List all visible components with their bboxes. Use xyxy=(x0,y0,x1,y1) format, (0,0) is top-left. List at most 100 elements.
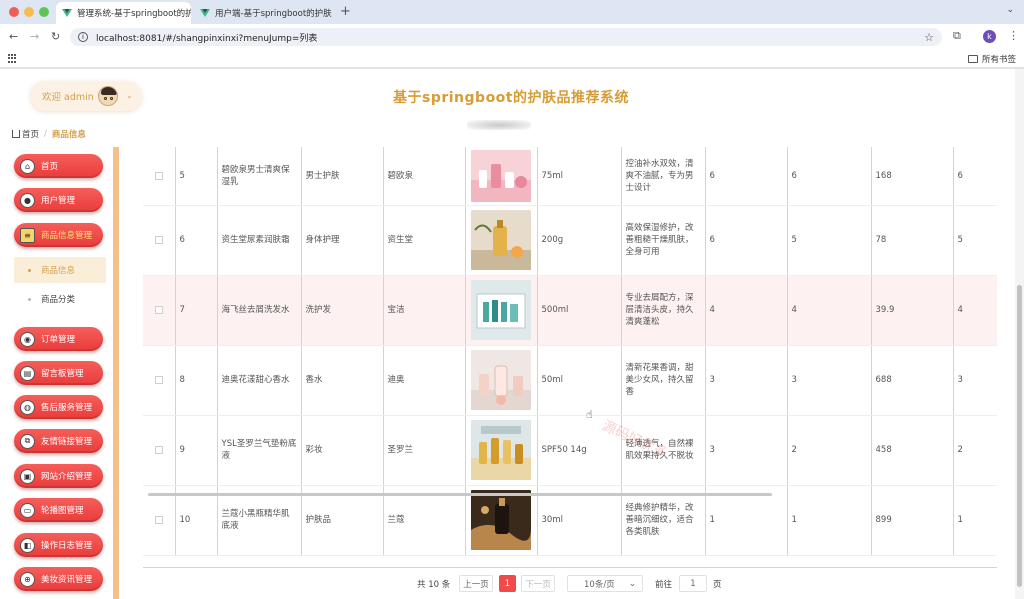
sidebar-item-after-sales[interactable]: ◍ 售后服务管理 xyxy=(14,395,103,419)
submenu-item-goods-info[interactable]: 商品信息 xyxy=(14,257,106,283)
row-checkbox[interactable] xyxy=(154,446,163,454)
sidebar-item-label: 用户管理 xyxy=(41,196,76,206)
message-icon: ▤ xyxy=(20,365,35,381)
cell-price: 899 xyxy=(871,485,954,556)
service-icon: ◍ xyxy=(20,399,35,415)
pointer-cursor-icon: ☝ xyxy=(586,408,593,421)
horizontal-scrollbar[interactable] xyxy=(148,493,772,496)
cell-image xyxy=(465,275,538,346)
close-icon[interactable]: ✕ xyxy=(332,8,334,18)
row-checkbox[interactable] xyxy=(154,171,163,180)
cell-name: 碧欧泉男士清爽保湿乳 xyxy=(217,147,302,206)
cell-col1: 6 xyxy=(705,147,788,206)
product-image[interactable] xyxy=(471,280,531,340)
cell-image xyxy=(465,415,538,486)
all-bookmarks-button[interactable]: 所有书签 xyxy=(967,53,1016,65)
cell-col2: 6 xyxy=(787,147,872,206)
goto-page-input[interactable]: 1 xyxy=(679,575,707,592)
breadcrumb-home[interactable]: 首页 xyxy=(22,128,39,140)
product-image[interactable] xyxy=(471,350,531,410)
cell-col3: 6 xyxy=(953,147,997,206)
goto-label: 前往 xyxy=(655,580,673,590)
sidebar-item-label: 网站介绍管理 xyxy=(41,472,93,482)
sidebar-item-links[interactable]: ⧉ 友情链接管理 xyxy=(14,429,103,453)
sidebar-item-carousel[interactable]: ▭ 轮播图管理 xyxy=(14,498,103,522)
product-image[interactable] xyxy=(471,490,531,550)
bookmark-star-icon[interactable]: ☆ xyxy=(924,31,934,44)
sidebar: ⌂ 首页 ● 用户管理 ≡ 商品信息管理 商品信息 商品分类 ◉ 订单管理 ▤ … xyxy=(0,147,119,599)
browser-tab-admin[interactable]: 管理系统-基于springboot的护肤 ✕ xyxy=(56,2,191,24)
prev-page-button[interactable]: 上一页 xyxy=(459,575,493,592)
chevron-down-icon[interactable]: ⌄ xyxy=(1006,5,1014,15)
cell-id: 8 xyxy=(175,345,218,416)
cell-col2: 1 xyxy=(787,485,872,556)
new-tab-button[interactable]: + xyxy=(340,4,351,19)
sidebar-item-orders[interactable]: ◉ 订单管理 xyxy=(14,327,103,351)
submenu-label: 商品信息 xyxy=(41,266,76,276)
reload-icon[interactable]: ↻ xyxy=(51,30,60,43)
submenu-item-goods-category[interactable]: 商品分类 xyxy=(14,286,106,312)
cell-id: 9 xyxy=(175,415,218,486)
row-checkbox[interactable] xyxy=(154,516,163,524)
cell-price: 78 xyxy=(871,205,954,276)
cell-name: 资生堂尿素润肤霜 xyxy=(217,205,302,276)
home-icon xyxy=(12,130,20,138)
vertical-scrollbar-thumb[interactable] xyxy=(1017,285,1022,587)
cell-price: 458 xyxy=(871,415,954,486)
cell-category: 彩妆 xyxy=(301,415,384,486)
row-checkbox[interactable] xyxy=(154,376,163,384)
extensions-icon[interactable]: ⧉ xyxy=(953,29,961,43)
next-page-button[interactable]: 下一页 xyxy=(521,575,555,592)
news-icon: ⊕ xyxy=(20,571,35,587)
vue-icon xyxy=(200,9,210,17)
url-input[interactable]: i localhost:8081/#/shangpinxinxi?menuJum… xyxy=(70,28,942,46)
apps-grid-icon[interactable] xyxy=(8,54,17,63)
minimize-window-button[interactable] xyxy=(24,7,34,17)
table-row[interactable]: 5 碧欧泉男士清爽保湿乳 男士护肤 碧欧泉 75ml 控油补水双效，清爽不油腻，… xyxy=(143,147,997,206)
page-1-button[interactable]: 1 xyxy=(499,575,516,592)
cell-desc: 清新花果香调，甜美少女风，持久留香 xyxy=(621,345,706,416)
profile-avatar[interactable]: k xyxy=(983,30,996,43)
table-row[interactable]: 7 海飞丝去屑洗发水 洗护发 宝洁 500ml 专业去屑配方，深层清洁头皮，持久… xyxy=(143,275,997,346)
maximize-window-button[interactable] xyxy=(39,7,49,17)
more-menu-icon[interactable]: ⋮ xyxy=(1008,29,1019,42)
table-row[interactable]: 8 迪奥花漾甜心香水 香水 迪奥 50ml 清新花果香调，甜美少女风，持久留香 … xyxy=(143,345,997,416)
forward-icon[interactable]: → xyxy=(30,30,39,43)
product-image[interactable] xyxy=(471,420,531,480)
cell-col2: 3 xyxy=(787,345,872,416)
log-icon: ◧ xyxy=(20,537,35,553)
sidebar-item-goods[interactable]: ≡ 商品信息管理 xyxy=(14,223,103,247)
row-checkbox[interactable] xyxy=(154,236,163,244)
sidebar-item-news[interactable]: ⊕ 美妆资讯管理 xyxy=(14,567,103,591)
cell-category: 男士护肤 xyxy=(301,147,384,206)
sidebar-item-messages[interactable]: ▤ 留言板管理 xyxy=(14,361,103,385)
back-icon[interactable]: ← xyxy=(9,30,18,43)
row-checkbox[interactable] xyxy=(154,306,163,314)
close-window-button[interactable] xyxy=(9,7,19,17)
sidebar-item-site-intro[interactable]: ▣ 网站介绍管理 xyxy=(14,464,103,488)
product-image[interactable] xyxy=(471,210,531,270)
goods-table: 5 碧欧泉男士清爽保湿乳 男士护肤 碧欧泉 75ml 控油补水双效，清爽不油腻，… xyxy=(143,147,997,567)
site-info-icon[interactable]: i xyxy=(78,32,88,42)
product-image[interactable] xyxy=(471,149,531,202)
browser-tab-bar: 管理系统-基于springboot的护肤 ✕ 用户端-基于springboot的… xyxy=(0,0,1024,24)
table-row[interactable]: 9 YSL圣罗兰气垫粉底液 彩妆 圣罗兰 SPF50 14g 轻薄透气，自然裸肌… xyxy=(143,415,997,486)
cell-col3: 4 xyxy=(953,275,997,346)
sidebar-item-home[interactable]: ⌂ 首页 xyxy=(14,154,103,178)
cell-col1: 4 xyxy=(705,275,788,346)
browser-tab-user[interactable]: 用户端-基于springboot的护肤 ✕ xyxy=(194,2,334,24)
sidebar-item-label: 售后服务管理 xyxy=(41,403,93,413)
sidebar-item-users[interactable]: ● 用户管理 xyxy=(14,188,103,212)
page-title: 基于springboot的护肤品推荐系统 xyxy=(393,90,629,106)
cell-col1: 6 xyxy=(705,205,788,276)
table-row[interactable]: 6 资生堂尿素润肤霜 身体护理 资生堂 200g 高效保湿修护，改善粗糙干燥肌肤… xyxy=(143,205,997,276)
home-icon: ⌂ xyxy=(20,158,35,174)
user-dropdown[interactable]: 欢迎 admin ⌄ xyxy=(30,81,142,111)
page-size-select[interactable]: 10条/页 ⌄ xyxy=(567,575,643,592)
cell-col3: 3 xyxy=(953,345,997,416)
sidebar-item-label: 轮播图管理 xyxy=(41,506,84,516)
sidebar-item-label: 订单管理 xyxy=(41,335,76,345)
order-icon: ◉ xyxy=(20,331,35,347)
sidebar-item-logs[interactable]: ◧ 操作日志管理 xyxy=(14,533,103,557)
cell-price: 688 xyxy=(871,345,954,416)
